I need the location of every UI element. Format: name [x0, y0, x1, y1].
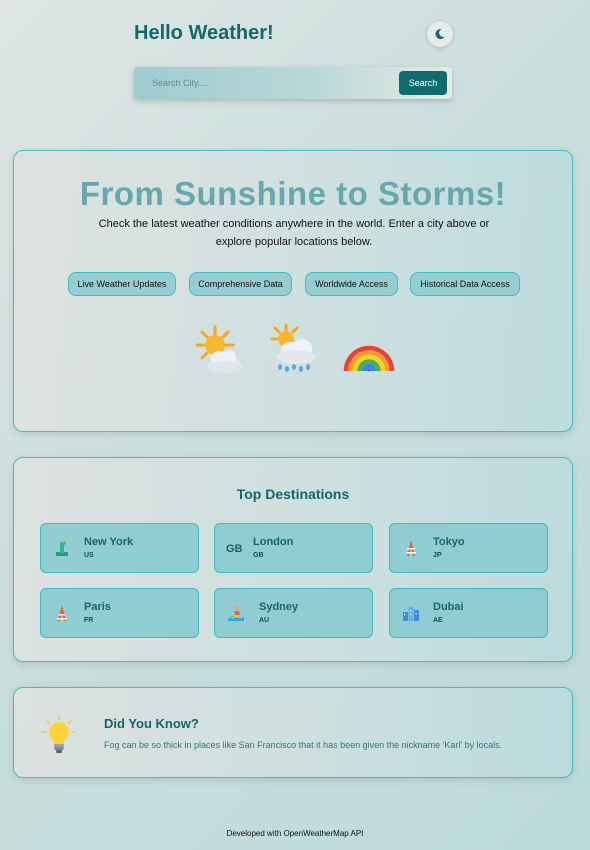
feature-pill-live-updates: Live Weather Updates [68, 272, 176, 296]
sun-behind-rain-cloud-icon [270, 323, 316, 372]
destination-country: JP [433, 552, 442, 559]
hero-card: From Sunshine to Storms! Check the lates… [13, 150, 573, 432]
destination-tokyo[interactable]: Tokyo JP [389, 523, 548, 573]
statue-of-liberty-icon [56, 539, 68, 556]
destination-name: Dubai [433, 601, 464, 613]
footer-credit: Developed with OpenWeatherMap API [226, 829, 364, 838]
did-you-know-text: Fog can be so thick in places like San F… [104, 740, 503, 750]
surfer-icon [228, 606, 244, 621]
hero-description: Check the latest weather conditions anyw… [98, 218, 490, 248]
header: Hello Weather! [134, 20, 454, 50]
search-input[interactable] [152, 73, 382, 93]
destination-new-york[interactable]: New York US [40, 523, 199, 573]
destination-country: AU [259, 617, 270, 624]
rainbow-icon [343, 345, 395, 372]
destination-name: London [253, 536, 294, 548]
moon-icon [435, 29, 445, 40]
cityscape-icon [403, 607, 419, 621]
search-button[interactable]: Search [399, 71, 447, 95]
tokyo-tower-icon [406, 540, 416, 556]
feature-pill-comprehensive-data: Comprehensive Data [189, 272, 292, 296]
lightbulb-icon [42, 715, 76, 753]
did-you-know-title: Did You Know? [104, 716, 199, 731]
sun-behind-cloud-icon [195, 325, 243, 373]
eiffel-tower-icon [57, 605, 67, 621]
destination-country: FR [84, 617, 94, 624]
app-title: Hello Weather! [134, 22, 274, 44]
hero-title: From Sunshine to Storms! [79, 175, 507, 212]
destination-name: Paris [84, 601, 111, 613]
destination-sydney[interactable]: Sydney AU [214, 588, 373, 638]
theme-toggle-button[interactable] [427, 21, 453, 47]
destination-name: New York [84, 536, 134, 548]
feature-pill-historical-data: Historical Data Access [410, 272, 520, 296]
destination-name: Tokyo [433, 536, 465, 548]
destination-london[interactable]: GB London GB [214, 523, 373, 573]
gb-flag-icon: GB [226, 543, 243, 555]
destination-country: US [84, 552, 94, 559]
destination-country: AE [433, 617, 443, 624]
top-destinations-heading: Top Destinations [236, 486, 350, 502]
destination-paris[interactable]: Paris FR [40, 588, 199, 638]
did-you-know-card: Did You Know? Fog can be so thick in pla… [13, 687, 573, 778]
destination-dubai[interactable]: Dubai AE [389, 588, 548, 638]
destination-name: Sydney [259, 601, 299, 613]
destination-country: GB [253, 552, 264, 559]
feature-pill-worldwide-access: Worldwide Access [305, 272, 398, 296]
search-bar: Search [134, 67, 452, 99]
top-destinations-card: Top Destinations New York US GB London G… [13, 457, 573, 662]
